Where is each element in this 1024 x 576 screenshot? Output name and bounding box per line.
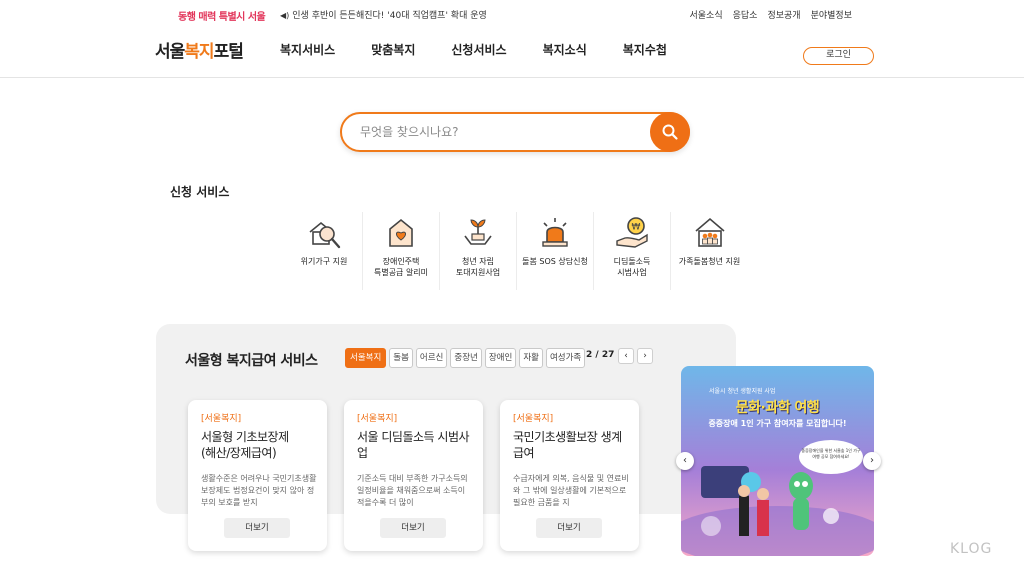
tab-care[interactable]: 돌봄 — [389, 348, 413, 368]
service-label: 돌봄 SOS 상담신청 — [522, 257, 588, 266]
coin-hand-icon: ₩ — [616, 217, 648, 248]
watermark: KLOG — [950, 541, 993, 557]
brand-prefix: 서울 — [155, 42, 185, 62]
top-utility-bar: 동행 매력 특별시 서울 ◀) 인생 후반이 든든해진다! '40대 직업캠프' … — [0, 0, 1024, 28]
family-house-icon — [694, 217, 725, 247]
login-button[interactable]: 로그인 — [803, 47, 874, 65]
seoul-slogan-logo[interactable]: 동행 매력 특별시 서울 — [178, 8, 266, 23]
speaker-icon: ◀) — [280, 11, 290, 20]
welfare-benefit-title: 서울형 복지급여 서비스 — [185, 353, 318, 369]
notice-text: 인생 후반이 든든해진다! '40대 직업캠프' 확대 운영 — [292, 11, 487, 21]
search-button[interactable] — [650, 112, 690, 152]
service-label: 가족돌봄청년 지원 — [678, 257, 741, 266]
card-tag: [서울복지] — [513, 414, 554, 424]
page-indicator: 2 / 27 — [586, 350, 615, 360]
more-button[interactable]: 더보기 — [380, 518, 446, 538]
house-heart-icon — [389, 218, 413, 247]
more-button[interactable]: 더보기 — [224, 518, 290, 538]
promo-banner[interactable]: 서울시 청년 생활지원 사업 문화·과학 여행 중증장애 1인 가구 참여자를 … — [681, 366, 874, 556]
card-title: 국민기초생활보장 생계급여 — [513, 430, 622, 460]
tab-middle-aged[interactable]: 중장년 — [450, 348, 482, 368]
tab-seniors[interactable]: 어르신 — [415, 348, 448, 368]
tab-seoul-welfare[interactable]: 서울복지 — [345, 348, 387, 368]
service-label: 디딤돌소득 시범사업 — [613, 257, 651, 277]
service-label: 위기가구 지원 — [300, 257, 348, 266]
prev-page-button[interactable]: ‹ — [618, 348, 634, 364]
brand-accent: 복지 — [184, 42, 214, 62]
nav-custom-welfare[interactable]: 맞춤복지 — [371, 41, 415, 58]
benefit-category-tabs: 서울복지 돌봄 어르신 중장년 장애인 자활 여성가족 — [345, 348, 586, 368]
sprout-hands-icon — [464, 219, 492, 245]
benefit-card[interactable]: [서울복지] 서울 디딤돌소득 시범사업 기준소득 대비 부족한 가구소득의 일… — [344, 400, 483, 551]
tab-self-support[interactable]: 자활 — [519, 348, 543, 368]
tab-women-family[interactable]: 여성가족 — [545, 348, 586, 368]
search-input[interactable] — [360, 123, 630, 141]
next-page-button[interactable]: › — [637, 348, 653, 364]
card-description: 기준소득 대비 부족한 가구소득의 일정비율을 채워줌으로써 소득이 적을수록 … — [357, 474, 468, 507]
service-care-sos[interactable]: 돌봄 SOS 상담신청 — [517, 212, 594, 290]
application-services-list: 위기가구 지원 장애인주택 특별공급 알리미 청년 자립 토대지원사업 돌봄 S… — [286, 212, 748, 290]
service-youth-independence[interactable]: 청년 자립 토대지원사업 — [440, 212, 517, 290]
nav-application-services[interactable]: 신청서비스 — [451, 41, 506, 58]
site-logo[interactable]: 서울복지포털 — [155, 37, 244, 62]
benefit-card[interactable]: [서울복지] 서울형 기초보장제 (해산/장제급여) 생활수준은 어려우나 국민… — [188, 400, 327, 551]
search-box — [340, 112, 690, 152]
util-link-seoul-news[interactable]: 서울소식 — [690, 8, 723, 21]
service-family-care-youth[interactable]: 가족돌봄청년 지원 — [671, 212, 748, 290]
card-title: 서울형 기초보장제 (해산/장제급여) — [201, 430, 289, 460]
more-button[interactable]: 더보기 — [536, 518, 602, 538]
nav-welfare-handbook[interactable]: 복지수첩 — [623, 41, 667, 58]
notice-ticker[interactable]: ◀) 인생 후반이 든든해진다! '40대 직업캠프' 확대 운영 — [280, 8, 487, 21]
card-title: 서울 디딤돌소득 시범사업 — [357, 430, 470, 460]
main-header: 서울복지포털 복지서비스 맞춤복지 신청서비스 복지소식 복지수첩 로그인 — [0, 28, 1024, 78]
tab-disabled[interactable]: 장애인 — [484, 348, 517, 368]
search-icon — [662, 124, 678, 140]
utility-links: 서울소식 응답소 정보공개 분야별정보 — [690, 8, 853, 21]
util-link-field-info[interactable]: 분야별정보 — [811, 8, 852, 21]
nav-welfare-services[interactable]: 복지서비스 — [280, 41, 335, 58]
card-tag: [서울복지] — [201, 414, 242, 424]
card-description: 생활수준은 어려우나 국민기초생활보장제도 법정요건이 맞지 않아 정부의 보호… — [201, 474, 317, 507]
card-tag: [서울복지] — [357, 414, 398, 424]
util-link-info-disclosure[interactable]: 정보공개 — [767, 8, 800, 21]
brand-suffix: 포털 — [213, 42, 244, 62]
service-stepping-stone-income[interactable]: ₩ 디딤돌소득 시범사업 — [594, 212, 671, 290]
service-disabled-housing[interactable]: 장애인주택 특별공급 알리미 — [363, 212, 440, 290]
service-label: 장애인주택 특별공급 알리미 — [373, 257, 429, 277]
nav-welfare-news[interactable]: 복지소식 — [543, 41, 587, 58]
main-nav: 복지서비스 맞춤복지 신청서비스 복지소식 복지수첩 — [280, 41, 667, 58]
card-description: 수급자에게 의복, 음식물 및 연료비와 그 밖에 일상생활에 기본적으로 필요… — [513, 474, 629, 507]
svg-text:₩: ₩ — [632, 223, 641, 233]
service-crisis-household[interactable]: 위기가구 지원 — [286, 212, 363, 290]
benefit-card[interactable]: [서울복지] 국민기초생활보장 생계급여 수급자에게 의복, 음식물 및 연료비… — [500, 400, 639, 551]
banner-prev-button[interactable]: ‹ — [676, 452, 694, 470]
banner-illustration — [681, 466, 874, 556]
siren-icon — [542, 218, 568, 247]
application-services-title: 신청 서비스 — [170, 185, 230, 199]
service-label: 청년 자립 토대지원사업 — [455, 257, 501, 277]
banner-next-button[interactable]: › — [863, 452, 881, 470]
util-link-response-center[interactable]: 응답소 — [733, 8, 758, 21]
house-magnifier-icon — [309, 221, 341, 249]
